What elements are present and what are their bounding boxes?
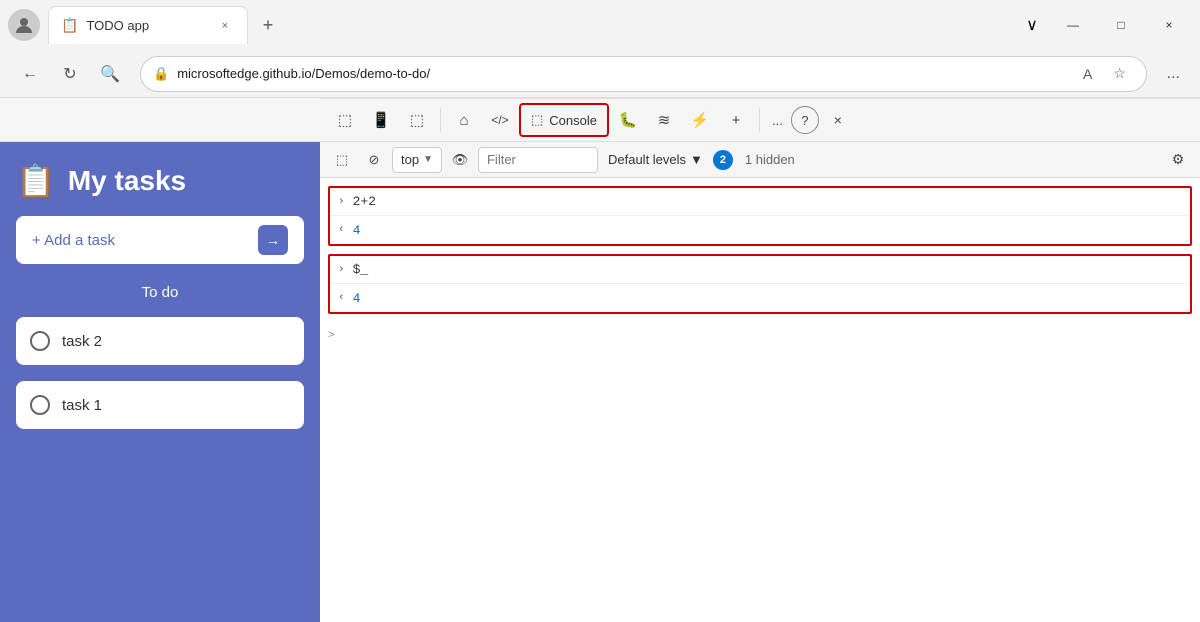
devtools-help-button[interactable]: ? bbox=[791, 106, 819, 134]
lock-icon: 🔒 bbox=[153, 66, 169, 82]
console-output-line-1: ‹ 4 bbox=[330, 284, 1190, 312]
task-checkbox-0[interactable] bbox=[30, 331, 50, 351]
sidebar-toolbar-spacer bbox=[0, 98, 320, 142]
task-label-0: task 2 bbox=[62, 333, 102, 350]
new-tab-button[interactable]: + bbox=[252, 9, 284, 41]
tab-bar: 📋 TODO app × + bbox=[48, 6, 1016, 44]
console-input-line-1[interactable]: › $_ bbox=[330, 256, 1190, 284]
profile-icon[interactable] bbox=[8, 9, 40, 41]
inspect-element-button[interactable]: ⬚ bbox=[328, 103, 362, 137]
active-tab[interactable]: 📋 TODO app × bbox=[48, 6, 248, 44]
task-checkbox-1[interactable] bbox=[30, 395, 50, 415]
todo-app-icon: 📋 bbox=[16, 162, 56, 200]
favorites-icon[interactable]: ☆ bbox=[1106, 60, 1134, 88]
hidden-count-label: 1 hidden bbox=[745, 152, 795, 167]
more-button[interactable]: ... bbox=[1159, 61, 1188, 87]
todo-header: 📋 My tasks bbox=[16, 162, 304, 200]
devtools-more-button[interactable]: ... bbox=[766, 109, 789, 132]
address-text: microsoftedge.github.io/Demos/demo-to-do… bbox=[177, 66, 1065, 81]
console-output-line-0: ‹ 4 bbox=[330, 216, 1190, 244]
input-chevron-1: › bbox=[338, 264, 345, 276]
search-button[interactable]: 🔍 bbox=[92, 56, 128, 92]
eye-button[interactable]: 👁 bbox=[446, 146, 474, 174]
todo-app-title: My tasks bbox=[68, 165, 186, 197]
content-area: 📋 My tasks + Add a task → To do task 2 t… bbox=[0, 142, 1200, 622]
minimize-button[interactable]: — bbox=[1050, 9, 1096, 41]
filter-input[interactable] bbox=[478, 147, 598, 173]
separator-2 bbox=[759, 108, 760, 132]
nav-bar: ← ↻ 🔍 🔒 microsoftedge.github.io/Demos/de… bbox=[0, 50, 1200, 98]
console-prompt[interactable]: > bbox=[320, 322, 1200, 350]
maximize-button[interactable]: □ bbox=[1098, 9, 1144, 41]
close-button[interactable]: × bbox=[1146, 9, 1192, 41]
home-button[interactable]: ⌂ bbox=[447, 103, 481, 137]
wifi-button[interactable]: ≋ bbox=[647, 103, 681, 137]
levels-arrow-icon: ▼ bbox=[690, 152, 703, 167]
console-toolbar: ⬚ ⊘ top ▼ 👁 Default levels ▼ 2 1 hidden bbox=[320, 142, 1200, 178]
context-label: top bbox=[401, 152, 419, 167]
console-input-text-0: 2+2 bbox=[353, 194, 376, 209]
refresh-button[interactable]: ↻ bbox=[52, 56, 88, 92]
console-entries: › 2+2 ‹ 4 › $_ ‹ bbox=[320, 178, 1200, 622]
devtools-toolbar-row: ⬚ 📱 ⬚ ⌂ </> ⬚ Console 🐛 ≋ ⚡ + ... ? × bbox=[0, 98, 1200, 142]
add-tool-button[interactable]: + bbox=[719, 103, 753, 137]
context-arrow-icon: ▼ bbox=[423, 154, 433, 165]
add-task-label: + Add a task bbox=[32, 232, 115, 249]
console-sidebar-toggle[interactable]: ⬚ bbox=[328, 146, 356, 174]
task-item-1[interactable]: task 1 bbox=[16, 381, 304, 429]
add-task-arrow-icon: → bbox=[258, 225, 288, 255]
device-emulation-button[interactable]: 📱 bbox=[364, 103, 398, 137]
context-selector[interactable]: top ▼ bbox=[392, 147, 442, 173]
console-settings-button[interactable]: ⚙ bbox=[1164, 146, 1192, 174]
clear-console-button[interactable]: ⊘ bbox=[360, 146, 388, 174]
task-label-1: task 1 bbox=[62, 397, 102, 414]
address-bar[interactable]: 🔒 microsoftedge.github.io/Demos/demo-to-… bbox=[140, 56, 1147, 92]
tab-close-button[interactable]: × bbox=[215, 16, 235, 36]
todo-sidebar: 📋 My tasks + Add a task → To do task 2 t… bbox=[0, 142, 320, 622]
task-item-0[interactable]: task 2 bbox=[16, 317, 304, 365]
console-output-text-1: 4 bbox=[353, 291, 361, 306]
font-icon[interactable]: A bbox=[1074, 60, 1102, 88]
bug-button[interactable]: 🐛 bbox=[611, 103, 645, 137]
toggle-panel-button[interactable]: ⬚ bbox=[400, 103, 434, 137]
default-levels-button[interactable]: Default levels ▼ bbox=[602, 150, 709, 169]
console-entry-0: › 2+2 ‹ 4 bbox=[328, 186, 1192, 246]
console-output-text-0: 4 bbox=[353, 223, 361, 238]
tab-title: TODO app bbox=[86, 18, 207, 33]
elements-button[interactable]: </> bbox=[483, 103, 517, 137]
default-levels-label: Default levels bbox=[608, 152, 686, 167]
title-bar: 📋 TODO app × + ∨ — □ × bbox=[0, 0, 1200, 50]
devtools-toolbar: ⬚ 📱 ⬚ ⌂ </> ⬚ Console 🐛 ≋ ⚡ + ... ? × bbox=[320, 98, 1200, 142]
error-count-badge: 2 bbox=[713, 150, 733, 170]
devtools-close-button[interactable]: × bbox=[821, 103, 855, 137]
prompt-chevron-icon: > bbox=[328, 330, 335, 342]
todo-section-title: To do bbox=[16, 284, 304, 301]
separator bbox=[440, 108, 441, 132]
console-tab-button[interactable]: ⬚ Console bbox=[519, 103, 609, 137]
input-chevron-0: › bbox=[338, 196, 345, 208]
network-throttle-button[interactable]: ⚡ bbox=[683, 103, 717, 137]
devtools-panel: ⬚ ⊘ top ▼ 👁 Default levels ▼ 2 1 hidden bbox=[320, 142, 1200, 622]
back-button[interactable]: ← bbox=[12, 56, 48, 92]
console-input-text-1: $_ bbox=[353, 262, 369, 277]
console-entry-1: › $_ ‹ 4 bbox=[328, 254, 1192, 314]
tab-favicon: 📋 bbox=[61, 17, 78, 34]
console-input-line-0[interactable]: › 2+2 bbox=[330, 188, 1190, 216]
browser-window: 📋 TODO app × + ∨ — □ × ← ↻ 🔍 🔒 microsoft… bbox=[0, 0, 1200, 622]
output-chevron-0: ‹ bbox=[338, 224, 345, 236]
console-label: Console bbox=[549, 113, 597, 128]
window-controls: ∨ — □ × bbox=[1016, 9, 1192, 41]
console-icon: ⬚ bbox=[531, 112, 543, 128]
chevron-button[interactable]: ∨ bbox=[1016, 9, 1048, 41]
add-task-button[interactable]: + Add a task → bbox=[16, 216, 304, 264]
address-right-icons: A ☆ bbox=[1074, 60, 1134, 88]
output-chevron-1: ‹ bbox=[338, 292, 345, 304]
